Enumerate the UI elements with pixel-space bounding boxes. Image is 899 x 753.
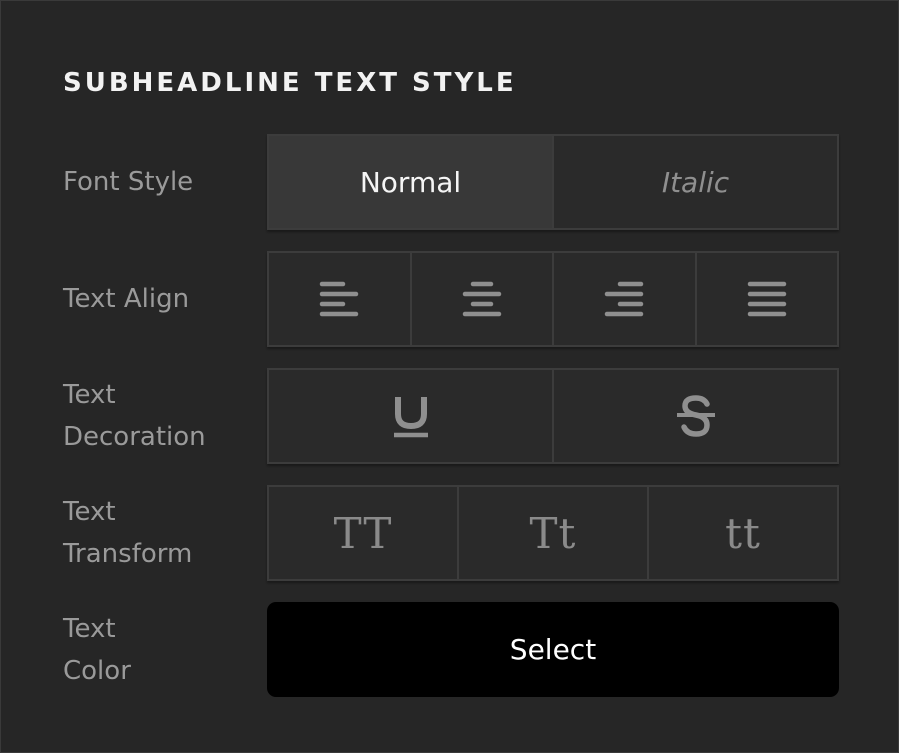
text-transform-label: Text Transform <box>63 491 253 575</box>
text-decoration-label-line1: Text <box>63 380 116 410</box>
align-justify-icon <box>747 279 787 319</box>
text-transform-group: TT Tt tt <box>267 485 839 581</box>
uppercase-button[interactable]: TT <box>269 487 459 579</box>
text-color-select-button[interactable]: Select <box>267 602 839 697</box>
align-left-icon <box>319 279 359 319</box>
text-transform-label-line1: Text <box>63 497 116 527</box>
strikethrough-icon <box>674 394 718 438</box>
text-decoration-label: Text Decoration <box>63 374 253 458</box>
align-right-button[interactable] <box>554 253 697 345</box>
align-center-button[interactable] <box>412 253 554 345</box>
strikethrough-button[interactable] <box>554 370 837 462</box>
font-style-label: Font Style <box>63 167 194 197</box>
text-color-label: Text Color <box>63 608 253 692</box>
capitalize-label: Tt <box>529 508 577 558</box>
text-color-label-line1: Text <box>63 614 116 644</box>
uppercase-label: TT <box>333 508 393 558</box>
font-style-italic-button[interactable]: Italic <box>554 136 837 228</box>
lowercase-label: tt <box>725 508 761 558</box>
align-left-button[interactable] <box>269 253 412 345</box>
text-style-panel: SUBHEADLINE TEXT STYLE Font Style Normal… <box>0 0 899 753</box>
capitalize-button[interactable]: Tt <box>459 487 649 579</box>
font-style-normal-label: Normal <box>359 165 462 199</box>
panel-title: SUBHEADLINE TEXT STYLE <box>63 68 517 98</box>
lowercase-button[interactable]: tt <box>649 487 837 579</box>
text-color-label-line2: Color <box>63 656 131 686</box>
font-style-normal-button[interactable]: Normal <box>269 136 554 228</box>
align-center-icon <box>462 279 502 319</box>
font-style-group: Normal Italic <box>267 134 839 230</box>
underline-icon <box>391 394 431 438</box>
text-decoration-label-line2: Decoration <box>63 422 206 452</box>
text-transform-label-line2: Transform <box>63 539 193 569</box>
text-align-label: Text Align <box>63 284 190 314</box>
underline-button[interactable] <box>269 370 554 462</box>
select-button-label: Select <box>509 633 597 666</box>
text-decoration-group <box>267 368 839 464</box>
font-style-italic-label: Italic <box>661 165 730 199</box>
align-justify-button[interactable] <box>697 253 838 345</box>
text-align-group <box>267 251 839 347</box>
align-right-icon <box>604 279 644 319</box>
